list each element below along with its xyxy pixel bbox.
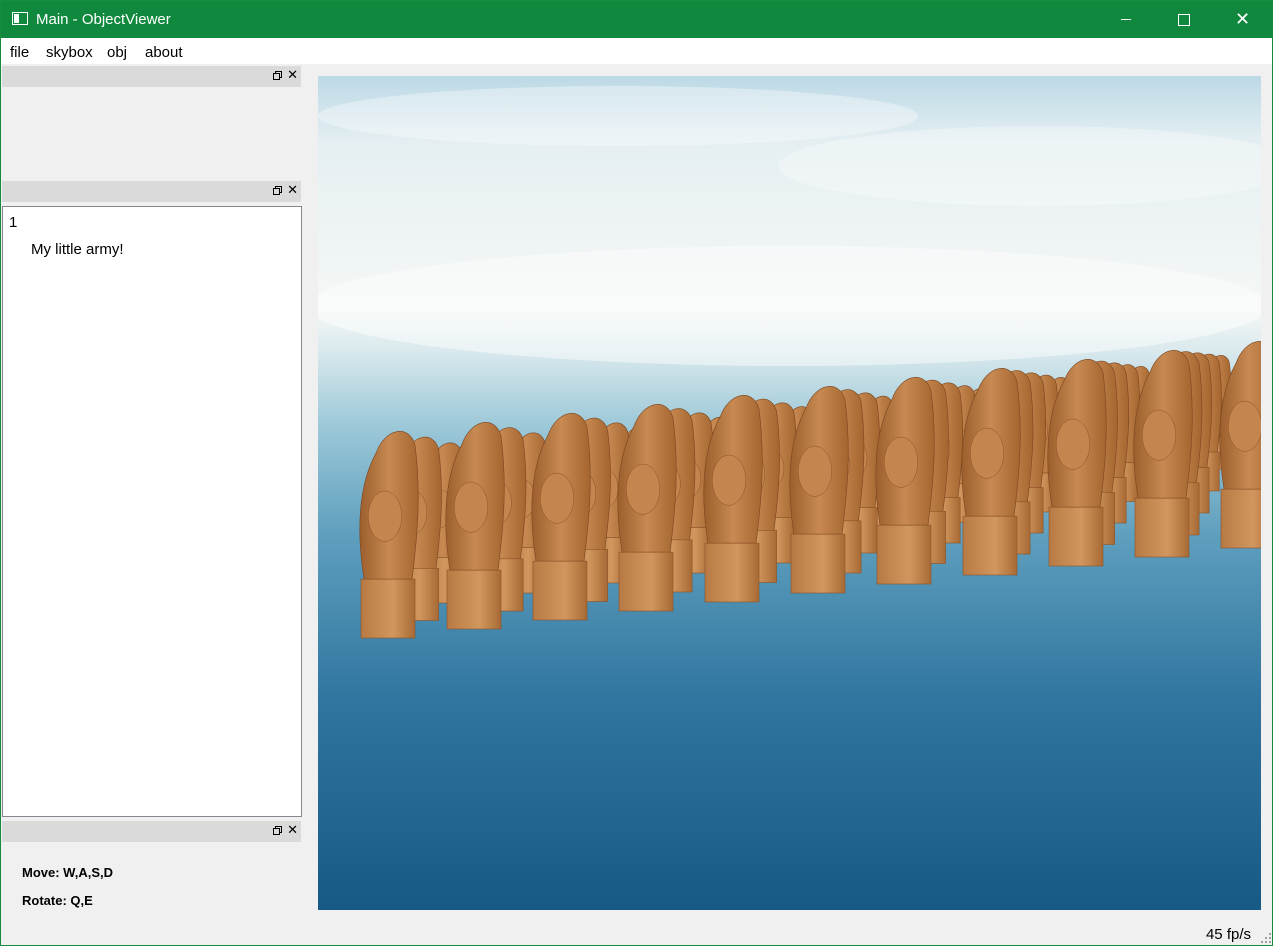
close-icon[interactable]: ✕ — [287, 823, 298, 837]
dock-header-top[interactable]: ✕ — [2, 66, 301, 87]
float-icon[interactable] — [273, 826, 282, 835]
menu-file[interactable]: file — [10, 44, 29, 61]
window-title: Main - ObjectViewer — [36, 11, 171, 28]
object-tree[interactable]: 1 My little army! — [2, 206, 302, 817]
float-icon[interactable] — [273, 71, 282, 80]
close-icon[interactable]: ✕ — [287, 68, 298, 82]
close-icon[interactable]: ✕ — [287, 183, 298, 197]
menu-skybox[interactable]: skybox — [46, 44, 93, 61]
float-icon[interactable] — [273, 186, 282, 195]
minimize-icon — [1121, 19, 1131, 20]
minimize-button[interactable] — [1097, 1, 1155, 38]
maximize-button[interactable] — [1155, 1, 1213, 38]
menu-about[interactable]: about — [145, 44, 183, 61]
menu-obj[interactable]: obj — [107, 44, 127, 61]
tree-item[interactable]: My little army! — [31, 241, 124, 258]
tree-column-header: 1 — [9, 214, 18, 231]
title-bar[interactable]: Main - ObjectViewer ✕ — [1, 1, 1272, 38]
fps-counter: 45 fp/s — [1205, 926, 1251, 943]
maximize-icon — [1178, 14, 1190, 26]
render-viewport[interactable] — [318, 76, 1261, 910]
application-window: Main - ObjectViewer ✕ file skybox obj ab… — [0, 0, 1273, 946]
help-move: Move: W,A,S,D — [22, 865, 114, 880]
menu-bar: file skybox obj about — [1, 38, 1272, 64]
close-icon: ✕ — [1235, 9, 1251, 29]
dock-header-controls[interactable]: ✕ — [2, 821, 301, 842]
close-button[interactable]: ✕ — [1213, 1, 1271, 38]
help-rotate: Rotate: Q,E — [22, 893, 93, 908]
app-icon — [12, 12, 28, 25]
resize-grip[interactable] — [1261, 933, 1271, 943]
scene-render — [318, 76, 1261, 910]
dock-header-objects[interactable]: ✕ — [2, 181, 301, 202]
